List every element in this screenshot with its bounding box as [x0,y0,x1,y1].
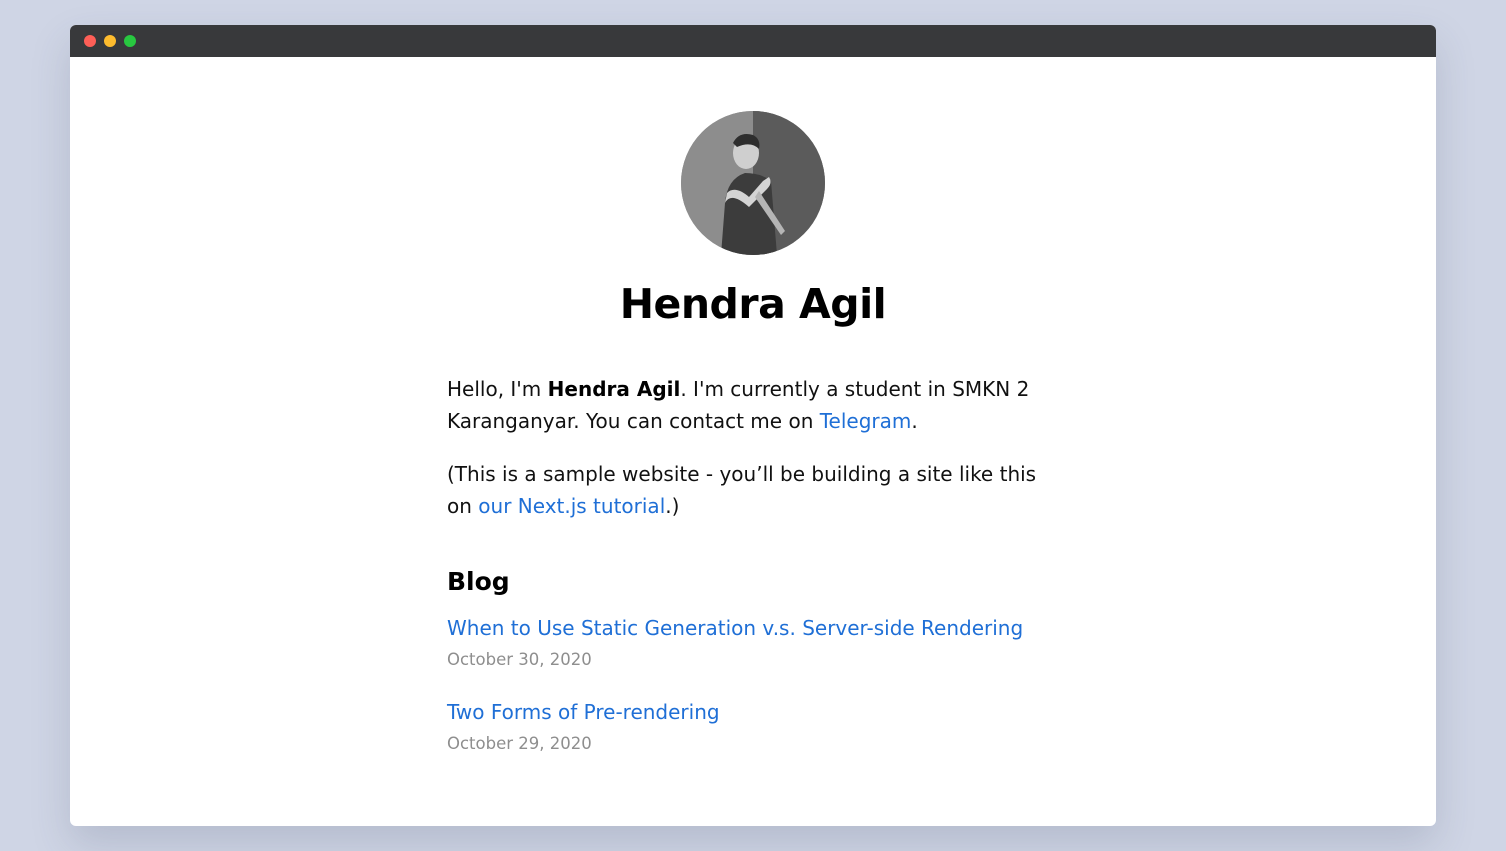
list-item: When to Use Static Generation v.s. Serve… [447,612,1059,674]
browser-window: Hendra Agil Hello, I'm Hendra Agil. I'm … [70,25,1436,826]
blog-post-date: October 30, 2020 [447,650,592,669]
maximize-window-button[interactable] [124,35,136,47]
profile-name: Hendra Agil [619,280,887,328]
nextjs-tutorial-link[interactable]: our Next.js tutorial [478,494,665,518]
intro-text: Hello, I'm [447,377,548,401]
page-content: Hendra Agil Hello, I'm Hendra Agil. I'm … [447,57,1059,780]
intro-text: . [911,409,918,433]
window-titlebar [70,25,1436,57]
close-window-button[interactable] [84,35,96,47]
intro-section: Hello, I'm Hendra Agil. I'm currently a … [447,373,1059,522]
intro-name-bold: Hendra Agil [547,377,681,401]
blog-post-link[interactable]: Two Forms of Pre-rendering [447,696,720,728]
intro-paragraph: Hello, I'm Hendra Agil. I'm currently a … [447,373,1059,437]
telegram-link[interactable]: Telegram [820,409,912,433]
list-item: Two Forms of Pre-rendering October 29, 2… [447,696,1059,758]
profile-avatar [681,111,825,255]
blog-post-list: When to Use Static Generation v.s. Serve… [447,612,1059,758]
tutorial-text: .) [665,494,680,518]
minimize-window-button[interactable] [104,35,116,47]
blog-post-link[interactable]: When to Use Static Generation v.s. Serve… [447,612,1023,644]
blog-post-date: October 29, 2020 [447,734,592,753]
profile-photo-icon [681,111,825,255]
tutorial-paragraph: (This is a sample website - you’ll be bu… [447,458,1059,522]
blog-heading: Blog [447,567,510,596]
profile-header: Hendra Agil [447,111,1059,331]
blog-section: Blog When to Use Static Generation v.s. … [447,562,1059,758]
